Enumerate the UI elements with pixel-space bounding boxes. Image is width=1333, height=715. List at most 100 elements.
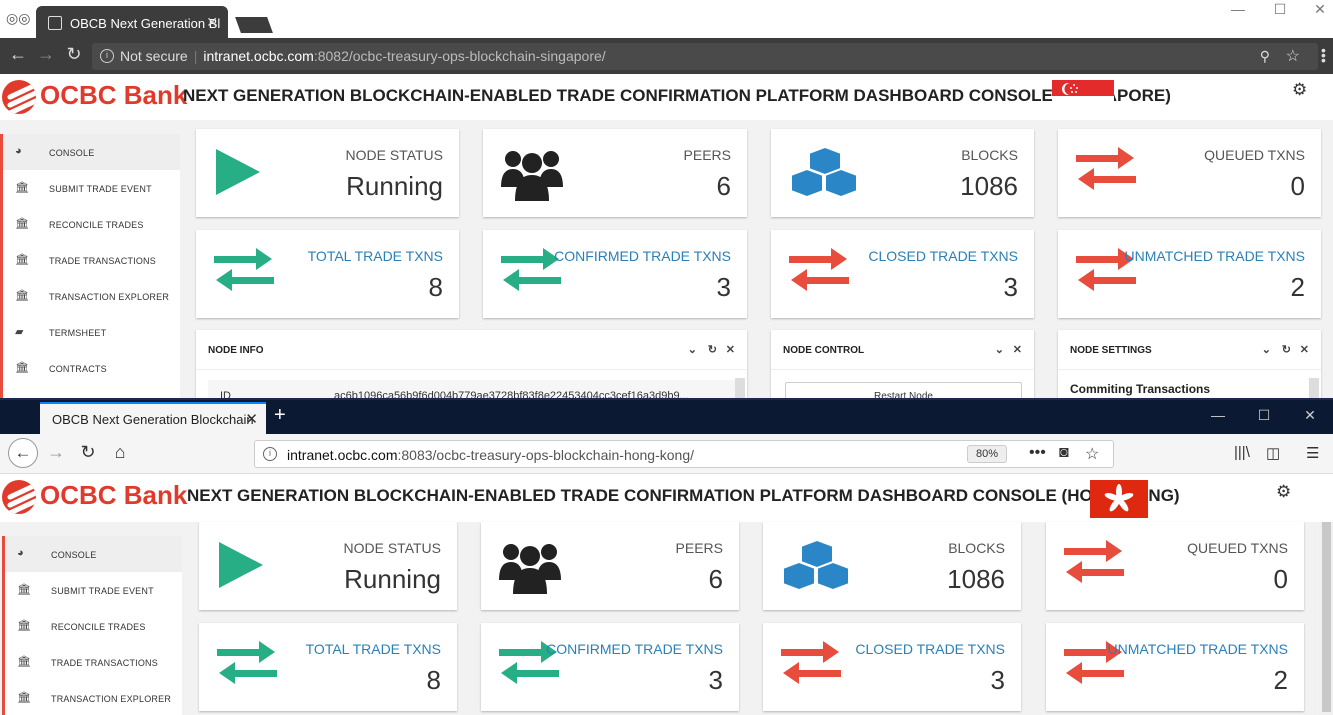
firefox-menu-icon[interactable]: ☰ (1306, 444, 1319, 462)
bank-icon: 🏛 (15, 290, 30, 302)
sidebar-item-contracts[interactable]: 🏛 CONTRACTS (3, 350, 180, 386)
node-control-panel: NODE CONTROL ⌄ ✕ Restart Node (771, 330, 1034, 400)
home-icon[interactable]: ⌂ (108, 442, 132, 463)
settings-gear-icon[interactable]: ⚙ (1276, 482, 1291, 502)
bank-icon: 🏛 (15, 182, 30, 194)
sidebar-item-label: SUBMIT TRADE EVENT (51, 586, 154, 596)
card-value: 2 (1290, 272, 1305, 302)
forward-icon[interactable]: → (34, 44, 58, 65)
panel-title: NODE SETTINGS (1070, 345, 1152, 356)
sidebar-item-label: TERMSHEET (49, 328, 107, 338)
library-icon[interactable]: |||\ (1234, 444, 1250, 461)
bookmark-star-icon[interactable]: ☆ (1085, 444, 1099, 464)
chrome-tab[interactable]: OBCB Next Generation Bl ✕ (36, 6, 228, 38)
node-info-panel: NODE INFO ⌄ ↻ ✕ ID ac6b1096ca56b9f6d004b7… (196, 330, 747, 400)
sidebar-item-submit-trade-event[interactable]: 🏛 SUBMIT TRADE EVENT (5, 572, 182, 608)
zoom-indicator[interactable]: 80% (967, 445, 1008, 463)
chrome-menu-icon[interactable]: • • • (1321, 43, 1329, 67)
chrome-window: ◎◎ OBCB Next Generation Bl ✕ — ☐ ✕ ← → ↻… (0, 0, 1333, 400)
hk-header: OCBC Bank NEXT GENERATION BLOCKCHAIN-ENA… (0, 474, 1333, 522)
collapse-icon[interactable]: ⌄ (688, 343, 697, 356)
back-icon[interactable]: ← (6, 44, 30, 65)
total-trade-txns-card: TOTAL TRADE TXNS 8 (199, 623, 457, 711)
back-icon[interactable]: ← (8, 438, 38, 468)
sidebar-item-console[interactable]: ◕ CONSOLE (5, 536, 182, 572)
card-value: 0 (1290, 171, 1305, 201)
sidebar-item-reconcile-trades[interactable]: 🏛 RECONCILE TRADES (5, 608, 182, 644)
sidebar-item-label: TRANSACTION EXPLORER (49, 292, 170, 302)
firefox-tab-title: OBCB Next Generation Blockchain (52, 412, 254, 427)
exchange-arrows-icon (1064, 540, 1124, 583)
sidebar-item-submit-trade-event[interactable]: 🏛 SUBMIT TRADE EVENT (3, 170, 180, 206)
page-title: NEXT GENERATION BLOCKCHAIN-ENABLED TRADE… (183, 86, 1171, 105)
close-tab-icon[interactable]: ✕ (206, 14, 218, 31)
scrollbar-thumb[interactable] (1322, 522, 1331, 712)
refresh-icon[interactable]: ↻ (1282, 343, 1291, 356)
address-bar[interactable]: i Not secure | intranet.ocbc.com:8082/ocbc… (92, 43, 1318, 70)
blocks-card: BLOCKS 1086 (771, 129, 1034, 217)
pocket-icon[interactable]: ◙ (1059, 444, 1069, 462)
address-bar[interactable]: i intranet.ocbc.com:8083/ocbc-treasury-o… (254, 440, 1114, 468)
scrollbar[interactable] (735, 378, 745, 400)
close-icon[interactable]: ✕ (1013, 343, 1022, 356)
card-label[interactable]: UNMATCHED TRADE TXNS (1108, 641, 1288, 657)
card-label[interactable]: TOTAL TRADE TXNS (308, 248, 443, 264)
minimize-icon[interactable]: — (1218, 0, 1258, 18)
card-label[interactable]: CONFIRMED TRADE TXNS (554, 248, 731, 264)
closed-trade-txns-card: CLOSED TRADE TXNS 3 (763, 623, 1021, 711)
peers-card: PEERS 6 (481, 522, 739, 610)
refresh-icon[interactable]: ↻ (708, 343, 717, 356)
sidebar-item-trade-transactions[interactable]: 🏛 TRADE TRANSACTIONS (5, 644, 182, 680)
users-icon (499, 544, 561, 594)
reload-icon[interactable]: ↻ (76, 442, 100, 463)
firefox-tab[interactable]: OBCB Next Generation Blockchain ✕ (40, 402, 266, 434)
forward-icon[interactable]: → (44, 442, 68, 463)
queued-txns-card: QUEUED TXNS 0 (1058, 129, 1321, 217)
card-label[interactable]: CLOSED TRADE TXNS (855, 641, 1005, 657)
card-label[interactable]: UNMATCHED TRADE TXNS (1125, 248, 1305, 264)
settings-gear-icon[interactable]: ⚙ (1292, 80, 1307, 100)
minimize-icon[interactable]: — (1198, 407, 1238, 423)
reload-icon[interactable]: ↻ (62, 44, 86, 65)
page-actions-icon[interactable]: ••• (1029, 444, 1046, 462)
maximize-icon[interactable]: ☐ (1260, 0, 1300, 18)
sidebar-item-trade-transactions[interactable]: 🏛 TRADE TRANSACTIONS (3, 242, 180, 278)
sidebar-toggle-icon[interactable]: ◫ (1266, 444, 1280, 462)
zoom-icon[interactable]: ⚲ (1260, 48, 1270, 65)
card-label[interactable]: TOTAL TRADE TXNS (306, 641, 441, 657)
page-favicon-icon (48, 16, 62, 30)
close-icon[interactable]: ✕ (1300, 343, 1309, 356)
sidebar-item-transaction-explorer[interactable]: 🏛 TRANSACTION EXPLORER (3, 278, 180, 314)
card-label: NODE STATUS (343, 540, 442, 556)
page-scrollbar[interactable] (1319, 522, 1333, 715)
card-label: PEERS (675, 540, 723, 556)
close-window-icon[interactable]: ✕ (1300, 0, 1333, 18)
card-label[interactable]: CLOSED TRADE TXNS (868, 248, 1018, 264)
info-icon[interactable]: i (100, 49, 114, 63)
bookmark-star-icon[interactable]: ☆ (1286, 46, 1300, 66)
collapse-icon[interactable]: ⌄ (995, 343, 1004, 356)
close-tab-icon[interactable]: ✕ (245, 410, 258, 428)
page-title: NEXT GENERATION BLOCKCHAIN-ENABLED TRADE… (187, 486, 1180, 505)
collapse-icon[interactable]: ⌄ (1262, 343, 1271, 356)
card-value: 8 (428, 272, 443, 302)
sidebar-item-console[interactable]: ◕ CONSOLE (3, 134, 180, 170)
close-window-icon[interactable]: ✕ (1290, 407, 1330, 424)
card-label[interactable]: CONFIRMED TRADE TXNS (546, 641, 723, 657)
hk-sidebar: ◕ CONSOLE 🏛 SUBMIT TRADE EVENT 🏛 RECONCILE … (2, 536, 182, 715)
sidebar-item-reconcile-trades[interactable]: 🏛 RECONCILE TRADES (3, 206, 180, 242)
sidebar-item-transaction-explorer[interactable]: 🏛 TRANSACTION EXPLORER (5, 680, 182, 715)
sidebar-item-label: TRANSACTION EXPLORER (51, 694, 172, 704)
scrollbar[interactable] (1309, 378, 1319, 400)
new-tab-button[interactable] (235, 17, 273, 33)
url-path: :8083/ocbc-treasury-ops-blockchain-hong-… (397, 447, 695, 463)
unmatched-trade-txns-card: UNMATCHED TRADE TXNS 2 (1058, 230, 1321, 318)
close-icon[interactable]: ✕ (726, 343, 735, 356)
card-value: Running (344, 564, 441, 594)
new-tab-icon[interactable]: + (274, 404, 286, 427)
info-icon[interactable]: i (263, 447, 277, 461)
bank-icon: 🏛 (15, 362, 30, 374)
maximize-icon[interactable]: ☐ (1244, 407, 1284, 424)
sidebar-item-termsheet[interactable]: ▰ TERMSHEET (3, 314, 180, 350)
incognito-icon: ◎◎ (6, 10, 31, 26)
